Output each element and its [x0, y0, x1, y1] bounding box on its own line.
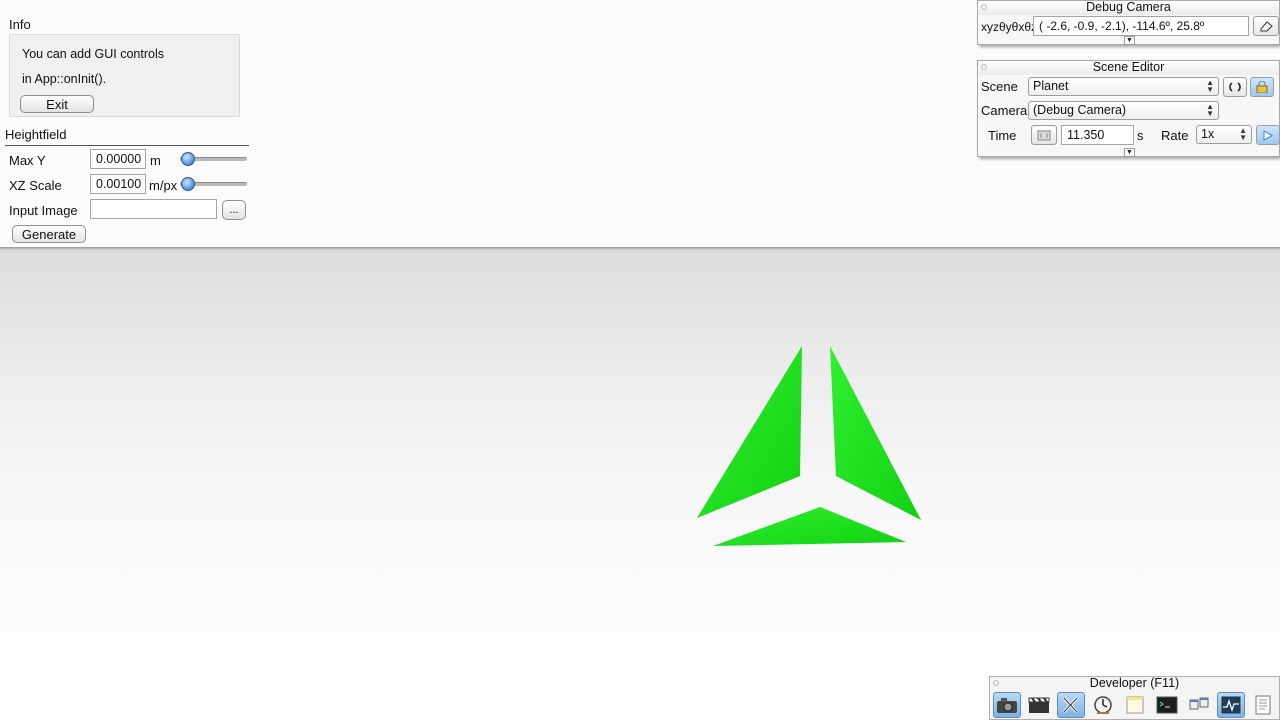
eraser-icon [1260, 21, 1273, 32]
play-icon [1263, 129, 1273, 141]
play-button[interactable] [1256, 125, 1280, 145]
planet-model [697, 346, 921, 546]
chevron-down-icon[interactable]: ▼ [1124, 148, 1135, 157]
reload-icon [1229, 82, 1241, 92]
heightfield-divider [5, 145, 249, 146]
tools-icon [1062, 696, 1079, 714]
document-tool-button[interactable] [1249, 692, 1277, 718]
input-image-label: Input Image [9, 203, 78, 218]
heightfield-title: Heightfield [5, 127, 67, 142]
scene-editor-window: Scene Editor Scene Planet ▲ ▼ Camera (Deb… [977, 60, 1280, 157]
rate-label: Rate [1161, 128, 1189, 143]
max-y-unit: m [150, 153, 161, 168]
model-face-bottom [713, 507, 906, 546]
terminal-tool-button[interactable] [1153, 692, 1181, 718]
profiler-tool-button[interactable] [1217, 692, 1245, 718]
lock-button[interactable] [1250, 77, 1274, 97]
camera-dropdown-value: (Debug Camera) [1033, 103, 1127, 117]
info-panel: You can add GUI controls in App::onInit(… [9, 34, 240, 117]
camera-icon [997, 698, 1017, 713]
updown-arrows-icon: ▲ ▼ [1239, 126, 1247, 142]
scene-dropdown[interactable]: Planet ▲ ▼ [1028, 77, 1219, 96]
camera-label: Camera [981, 103, 1028, 118]
scene-editor-title: Scene Editor [978, 61, 1279, 75]
input-image-field[interactable] [90, 199, 217, 219]
max-y-slider-thumb[interactable] [181, 152, 195, 166]
xz-scale-input[interactable]: 0.00100 [90, 174, 146, 194]
scene-render [697, 346, 921, 546]
time-unit: s [1137, 128, 1144, 143]
rewind-button[interactable] [1031, 125, 1057, 145]
scene-dropdown-value: Planet [1033, 79, 1069, 93]
chevron-down-icon[interactable]: ▼ [1124, 36, 1135, 45]
debug-camera-window: Debug Camera xyzθyθxθz ( -2.6, -0.9, -2.… [977, 0, 1280, 45]
browse-button[interactable]: ... [222, 200, 246, 220]
film-icon [1037, 130, 1051, 140]
info-panel-title: Info [9, 17, 31, 32]
generate-button[interactable]: Generate [12, 225, 86, 243]
window-close-dot[interactable] [993, 680, 999, 686]
updown-arrows-icon: ▲ ▼ [1206, 78, 1214, 94]
max-y-input[interactable]: 0.00000 [90, 149, 146, 169]
debug-camera-title: Debug Camera [978, 1, 1279, 15]
model-face-left [697, 346, 802, 518]
developer-title: Developer (F11) [1089, 676, 1180, 690]
copy-camera-button[interactable] [1253, 16, 1279, 36]
clapperboard-icon [1028, 697, 1050, 713]
camera-coords-label: xyzθyθxθz [981, 20, 1038, 34]
rate-dropdown[interactable]: 1x ▲ ▼ [1196, 125, 1252, 144]
max-y-label: Max Y [9, 153, 46, 168]
clock-icon [1094, 696, 1112, 714]
window-close-dot[interactable] [981, 4, 987, 10]
tools-tool-button[interactable] [1057, 692, 1085, 718]
xz-scale-label: XZ Scale [9, 178, 62, 193]
rate-dropdown-value: 1x [1201, 127, 1215, 141]
camera-coords-field[interactable]: ( -2.6, -0.9, -2.1), -114.6º, 25.8º [1033, 16, 1249, 36]
time-label: Time [988, 128, 1017, 143]
window-close-dot[interactable] [981, 64, 987, 70]
info-text-line-2: in App::onInit(). [22, 72, 107, 86]
info-text-line-1: You can add GUI controls [22, 47, 164, 61]
camera-dropdown[interactable]: (Debug Camera) ▲ ▼ [1028, 101, 1219, 120]
updown-arrows-icon: ▲ ▼ [1206, 102, 1214, 118]
xz-scale-unit: m/px [149, 178, 178, 193]
reload-scene-button[interactable] [1223, 77, 1247, 97]
terminal-icon [1156, 696, 1178, 714]
document-icon [1255, 695, 1271, 715]
lock-icon [1256, 81, 1268, 93]
windows-icon [1189, 697, 1209, 710]
clock-tool-button[interactable] [1089, 692, 1117, 718]
model-face-right [830, 346, 921, 520]
xz-scale-slider-thumb[interactable] [181, 177, 195, 191]
developer-toolbar: Developer (F11) [989, 676, 1280, 720]
time-field[interactable]: 11.350 [1061, 125, 1134, 145]
note-tool-button[interactable] [1121, 692, 1149, 718]
3d-viewport[interactable] [0, 250, 1280, 720]
profiler-icon [1221, 696, 1241, 714]
note-icon [1126, 696, 1144, 714]
scene-tool-button[interactable] [1025, 692, 1053, 718]
windows-tool-button[interactable] [1185, 692, 1213, 718]
scene-label: Scene [981, 79, 1018, 94]
camera-tool-button[interactable] [993, 692, 1021, 718]
exit-button[interactable]: Exit [20, 95, 94, 113]
